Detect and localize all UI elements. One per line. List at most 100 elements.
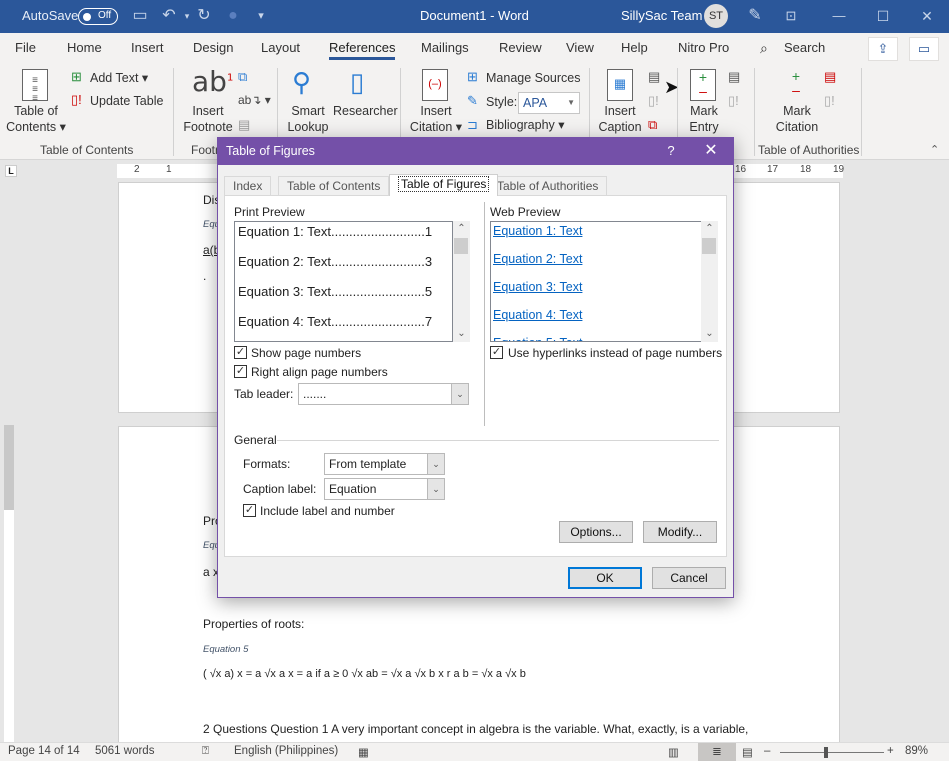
- word-count[interactable]: 5061 words: [95, 745, 154, 757]
- ribbon-display-icon[interactable]: ⊡: [782, 7, 800, 25]
- collapse-ribbon-icon[interactable]: ⌃: [930, 143, 939, 156]
- insert-table-of-figures-icon[interactable]: ▤: [648, 69, 660, 85]
- vertical-ruler[interactable]: [4, 182, 14, 742]
- update-authorities-table-icon[interactable]: ▯!: [824, 93, 835, 109]
- right-align-checkbox[interactable]: ✓: [234, 365, 247, 378]
- mark-citation-button[interactable]: Mark Citation: [768, 103, 826, 135]
- minimize-icon[interactable]: —: [830, 7, 848, 25]
- touch-mode-icon[interactable]: ●: [224, 7, 242, 25]
- proofing-icon[interactable]: ⍰: [202, 745, 209, 758]
- save-icon[interactable]: ▭: [131, 7, 149, 25]
- ok-button[interactable]: OK: [568, 567, 642, 589]
- autosave-toggle[interactable]: Off: [78, 8, 118, 25]
- insert-index-icon[interactable]: ▤: [728, 69, 740, 85]
- pen-icon[interactable]: ✎: [746, 7, 764, 25]
- avatar[interactable]: ST: [704, 4, 728, 28]
- cancel-button[interactable]: Cancel: [652, 567, 726, 589]
- zoom-slider[interactable]: [780, 752, 884, 753]
- scroll-up-icon[interactable]: ⌃: [453, 221, 470, 237]
- researcher-button[interactable]: Researcher: [333, 103, 398, 119]
- tab-references[interactable]: References: [329, 33, 396, 63]
- scroll-down-icon[interactable]: ⌄: [453, 326, 470, 342]
- zoom-slider-thumb[interactable]: [823, 747, 828, 758]
- insert-caption-button[interactable]: Insert Caption: [594, 103, 646, 135]
- web-preview-link[interactable]: Equation 5: Text: [493, 336, 582, 341]
- macro-icon[interactable]: ▦: [358, 745, 369, 759]
- manage-sources-button[interactable]: Manage Sources: [486, 70, 581, 86]
- show-page-numbers-label[interactable]: Show page numbers: [251, 346, 361, 360]
- show-notes-icon[interactable]: ▤: [238, 117, 250, 133]
- scroll-up-icon[interactable]: ⌃: [701, 221, 718, 237]
- tab-mailings[interactable]: Mailings: [421, 33, 469, 63]
- update-index-icon[interactable]: ▯!: [728, 93, 739, 109]
- tab-table-of-authorities[interactable]: Table of Authorities: [488, 176, 608, 195]
- redo-icon[interactable]: ↻: [195, 7, 213, 25]
- tab-selector[interactable]: L: [5, 165, 17, 177]
- scroll-down-icon[interactable]: ⌄: [701, 326, 718, 342]
- insert-table-of-authorities-icon[interactable]: ▤: [824, 69, 836, 85]
- tab-design[interactable]: Design: [193, 33, 233, 63]
- print-layout-icon[interactable]: ≣: [698, 743, 736, 761]
- dialog-close-button[interactable]: ✕: [700, 138, 722, 165]
- tab-table-of-contents[interactable]: Table of Contents: [278, 176, 390, 195]
- table-of-contents-button[interactable]: Table of Contents ▾: [5, 103, 67, 135]
- zoom-level[interactable]: 89%: [905, 745, 928, 757]
- zoom-out-button[interactable]: –: [764, 745, 770, 757]
- insert-endnote-icon[interactable]: ⧉: [238, 69, 247, 85]
- scrollbar-thumb[interactable]: [454, 238, 468, 254]
- show-page-numbers-checkbox[interactable]: ✓: [234, 346, 247, 359]
- customize-toolbar-icon[interactable]: ▾: [252, 7, 270, 25]
- zoom-in-button[interactable]: +: [887, 745, 894, 757]
- caption-label-select[interactable]: Equation ⌄: [324, 478, 445, 500]
- print-preview-scrollbar[interactable]: ⌃ ⌄: [453, 221, 470, 342]
- search-icon[interactable]: ⌕: [760, 33, 768, 63]
- tab-nitro-pro[interactable]: Nitro Pro: [678, 33, 729, 63]
- web-preview-scrollbar[interactable]: ⌃ ⌄: [701, 221, 718, 342]
- read-mode-icon[interactable]: ▥: [668, 745, 679, 759]
- tab-layout[interactable]: Layout: [261, 33, 300, 63]
- undo-icon[interactable]: ↶: [160, 7, 178, 25]
- mark-entry-button[interactable]: Mark Entry: [680, 103, 728, 135]
- tab-home[interactable]: Home: [67, 33, 102, 63]
- include-label-checkbox[interactable]: ✓: [243, 504, 256, 517]
- tab-index[interactable]: Index: [224, 176, 272, 195]
- use-hyperlinks-checkbox[interactable]: ✓: [490, 346, 503, 359]
- web-preview-link[interactable]: Equation 1: Text: [493, 224, 582, 238]
- tab-file[interactable]: File: [15, 33, 36, 63]
- tab-review[interactable]: Review: [499, 33, 542, 63]
- web-preview-link[interactable]: Equation 2: Text: [493, 252, 582, 266]
- page-count[interactable]: Page 14 of 14: [8, 745, 80, 757]
- tab-insert[interactable]: Insert: [131, 33, 164, 63]
- web-preview-link[interactable]: Equation 3: Text: [493, 280, 582, 294]
- add-text-button[interactable]: Add Text ▾: [90, 70, 148, 86]
- maximize-icon[interactable]: ☐: [874, 7, 892, 25]
- web-layout-icon[interactable]: ▤: [742, 745, 753, 759]
- cross-reference-icon[interactable]: ⧉: [648, 117, 657, 133]
- smart-lookup-button[interactable]: Smart Lookup: [282, 103, 334, 135]
- formats-select[interactable]: From template ⌄: [324, 453, 445, 475]
- web-preview-link[interactable]: Equation 4: Text: [493, 308, 582, 322]
- tab-table-of-figures[interactable]: Table of Figures: [389, 174, 499, 196]
- citation-style-select[interactable]: APA ▼: [518, 92, 580, 114]
- help-button[interactable]: ?: [661, 138, 681, 165]
- include-label-label[interactable]: Include label and number: [260, 504, 395, 518]
- search-label[interactable]: Search: [784, 33, 825, 63]
- bibliography-button[interactable]: Bibliography ▾: [486, 117, 565, 133]
- comments-button[interactable]: ▭: [909, 37, 939, 61]
- modify-button[interactable]: Modify...: [643, 521, 717, 543]
- share-button[interactable]: ⇪: [868, 37, 898, 61]
- update-figures-table-icon[interactable]: ▯!: [648, 93, 659, 109]
- right-align-label[interactable]: Right align page numbers: [251, 365, 388, 379]
- tab-leader-select[interactable]: ....... ⌄: [298, 383, 469, 405]
- undo-dropdown-icon[interactable]: ▾: [178, 7, 196, 25]
- language[interactable]: English (Philippines): [234, 745, 338, 757]
- insert-citation-button[interactable]: Insert Citation ▾: [408, 103, 464, 135]
- tab-view[interactable]: View: [566, 33, 594, 63]
- scrollbar-thumb[interactable]: [702, 238, 716, 254]
- next-footnote-icon[interactable]: ab↴ ▾: [238, 93, 271, 107]
- dialog-title-bar[interactable]: Table of Figures: [218, 138, 733, 165]
- insert-footnote-button[interactable]: Insert Footnote: [182, 103, 234, 135]
- close-icon[interactable]: ✕: [918, 7, 936, 25]
- options-button[interactable]: Options...: [559, 521, 633, 543]
- update-table-button[interactable]: Update Table: [90, 93, 163, 109]
